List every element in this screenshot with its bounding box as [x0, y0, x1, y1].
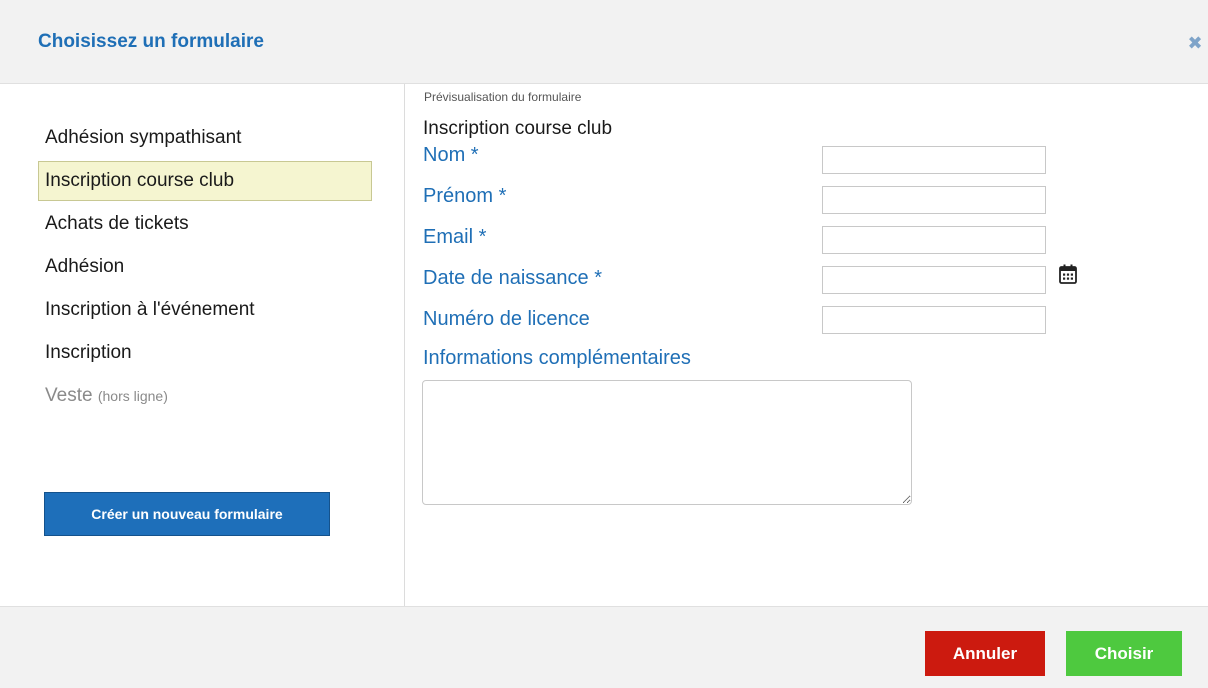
- form-item-label: Adhésion: [45, 256, 125, 277]
- email-field[interactable]: [822, 226, 1046, 254]
- dialog-footer: Annuler Choisir: [0, 606, 1208, 688]
- form-item-label: Adhésion sympathisant: [45, 127, 242, 148]
- form-item-adhesion-sympathisant[interactable]: Adhésion sympathisant: [38, 118, 372, 158]
- preview-form-title: Inscription course club: [423, 118, 613, 139]
- offline-badge: (hors ligne): [97, 388, 168, 404]
- preview-caption: Prévisualisation du formulaire: [424, 90, 582, 104]
- field-label-email: Email *: [423, 226, 487, 248]
- form-item-label: Veste: [45, 385, 93, 406]
- form-preview-panel: Prévisualisation du formulaire Inscripti…: [406, 84, 1208, 606]
- informations-textarea[interactable]: [422, 380, 912, 505]
- form-item-inscription-evenement[interactable]: Inscription à l'événement: [38, 290, 372, 330]
- dialog-header: Choisissez un formulaire ✖: [0, 0, 1208, 84]
- choose-button[interactable]: Choisir: [1066, 631, 1182, 676]
- form-chooser-dialog: Choisissez un formulaire ✖ Adhésion symp…: [0, 0, 1208, 688]
- field-label-prenom: Prénom *: [423, 185, 507, 207]
- create-form-button[interactable]: Créer un nouveau formulaire: [44, 492, 330, 536]
- field-label-numero-licence: Numéro de licence: [423, 308, 590, 330]
- numero-licence-field[interactable]: [822, 306, 1046, 334]
- calendar-icon[interactable]: [1059, 264, 1077, 284]
- form-item-label: Inscription course club: [45, 170, 235, 191]
- form-item-inscription[interactable]: Inscription: [38, 333, 372, 373]
- form-item-veste[interactable]: Veste (hors ligne): [38, 376, 372, 416]
- form-item-achats-de-tickets[interactable]: Achats de tickets: [38, 204, 372, 244]
- nom-field[interactable]: [822, 146, 1046, 174]
- dialog-title: Choisissez un formulaire: [38, 31, 264, 52]
- form-item-label: Inscription à l'événement: [45, 299, 255, 320]
- form-list-panel: Adhésion sympathisant Inscription course…: [0, 84, 405, 606]
- date-naissance-field[interactable]: [822, 266, 1046, 294]
- close-icon[interactable]: ✖: [1184, 33, 1206, 53]
- form-item-adhesion[interactable]: Adhésion: [38, 247, 372, 287]
- prenom-field[interactable]: [822, 186, 1046, 214]
- field-label-informations: Informations complémentaires: [423, 347, 691, 369]
- field-label-date-naissance: Date de naissance *: [423, 267, 603, 289]
- cancel-button[interactable]: Annuler: [925, 631, 1045, 676]
- form-item-label: Achats de tickets: [45, 213, 189, 234]
- field-label-nom: Nom *: [423, 144, 479, 166]
- form-list: Adhésion sympathisant Inscription course…: [38, 118, 372, 419]
- form-item-inscription-course-club[interactable]: Inscription course club: [38, 161, 372, 201]
- form-item-label: Inscription: [45, 342, 132, 363]
